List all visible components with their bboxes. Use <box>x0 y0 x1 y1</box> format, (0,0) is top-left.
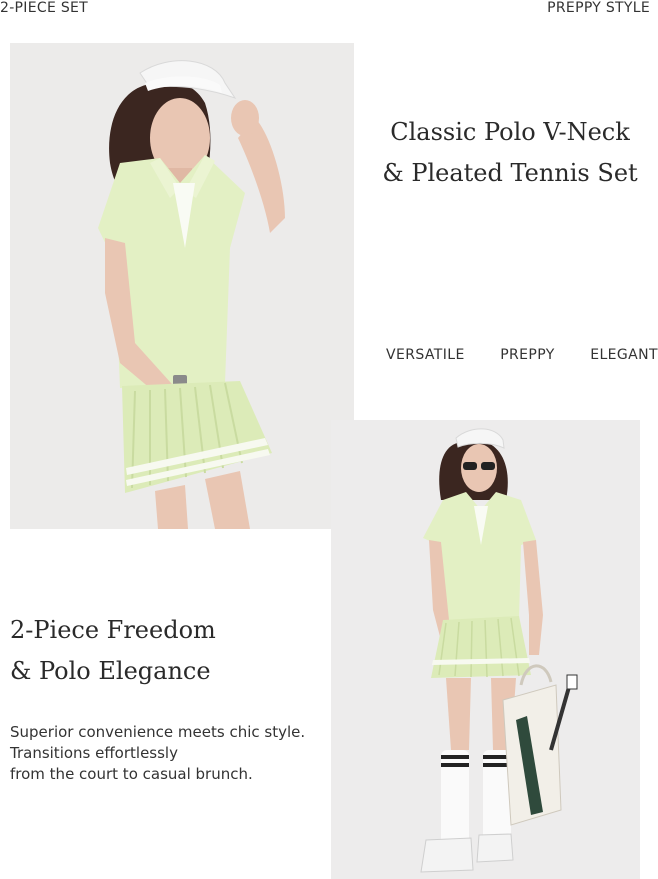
set-title-line2: & Pleated Tennis Set <box>382 159 638 187</box>
style-tags: VERSATILE PREPPY ELEGANT <box>386 347 658 363</box>
feature-description-line2: Transitions effortlessly <box>10 744 178 762</box>
model-photo-fullbody <box>331 420 640 879</box>
tag-elegant: ELEGANT <box>590 347 658 363</box>
feature-description-line1: Superior convenience meets chic style. <box>10 723 306 741</box>
feature-title: 2-Piece Freedom & Polo Elegance <box>10 610 216 692</box>
tag-versatile: VERSATILE <box>386 347 465 363</box>
set-title-line1: Classic Polo V-Neck <box>390 118 630 146</box>
feature-description: Superior convenience meets chic style. T… <box>10 722 305 785</box>
tag-preppy: PREPPY <box>500 347 555 363</box>
feature-title-line1: 2-Piece Freedom <box>10 616 216 644</box>
model-photo-closeup <box>10 43 354 529</box>
style-label: PREPPY STYLE <box>547 0 650 16</box>
feature-title-line2: & Polo Elegance <box>10 657 211 685</box>
set-type-label: 2-PIECE SET <box>0 0 89 16</box>
set-title: Classic Polo V-Neck & Pleated Tennis Set <box>376 112 644 194</box>
feature-description-line3: from the court to casual brunch. <box>10 765 253 783</box>
